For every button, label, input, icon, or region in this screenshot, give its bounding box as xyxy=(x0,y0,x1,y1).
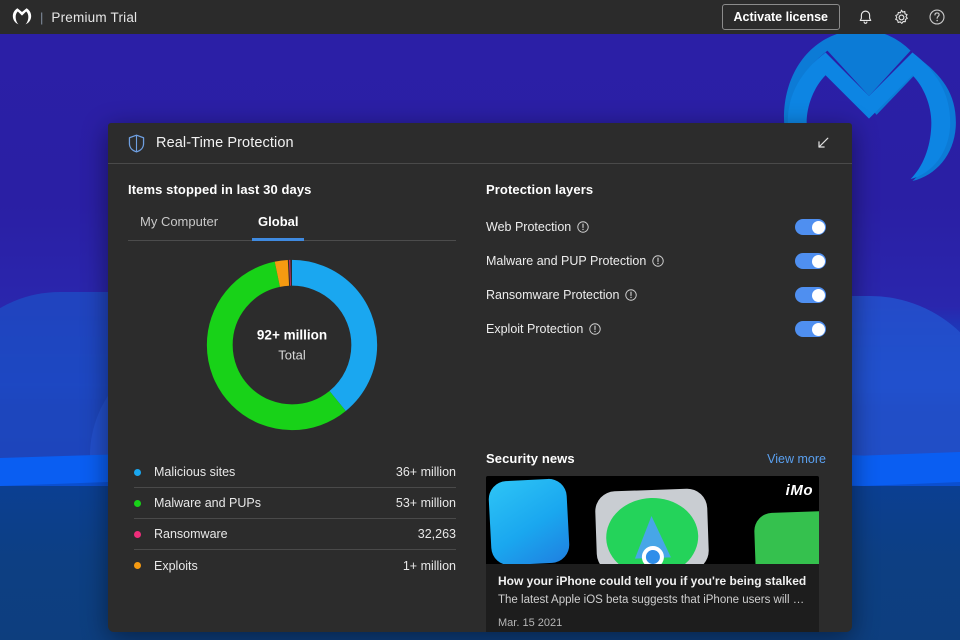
legend-value: 1+ million xyxy=(402,558,456,573)
brand-divider: | xyxy=(40,9,44,25)
list-item: Malware and PUP Protection xyxy=(486,249,826,273)
toggle-web-protection[interactable] xyxy=(795,219,826,235)
legend-value: 36+ million xyxy=(395,465,456,479)
legend-label: Exploits xyxy=(154,558,198,573)
legend-dot-exploits xyxy=(134,562,141,569)
table-row: Malware and PUPs 53+ million xyxy=(134,488,456,519)
settings-button[interactable] xyxy=(890,6,912,28)
malwarebytes-logo-icon xyxy=(12,8,32,25)
news-card[interactable]: iMo Find My How your iPhone could tell y… xyxy=(486,476,819,632)
gear-icon xyxy=(894,9,908,24)
panel-header: Real-Time Protection xyxy=(108,123,852,164)
legend-dot-malicious-sites xyxy=(134,468,141,476)
info-icon[interactable] xyxy=(652,255,664,267)
threat-donut-chart: 92+ million Total xyxy=(128,255,456,435)
toggle-malware-pup-protection[interactable] xyxy=(795,253,826,269)
security-news-heading: Security news xyxy=(486,451,575,466)
news-date: Mar. 15 2021 xyxy=(498,617,563,629)
product-name: Premium Trial xyxy=(51,9,138,25)
table-row: Malicious sites 36+ million xyxy=(134,457,456,488)
news-description: The latest Apple iOS beta suggests that … xyxy=(498,594,807,606)
news-thumbnail: iMo xyxy=(486,476,819,564)
notifications-button[interactable] xyxy=(854,6,876,28)
legend-label: Malicious sites xyxy=(154,465,236,479)
toggle-exploit-protection[interactable] xyxy=(795,321,826,337)
findmy-dot-icon xyxy=(641,545,665,564)
activate-license-button[interactable]: Activate license xyxy=(721,4,840,30)
stats-column: Items stopped in last 30 days My Compute… xyxy=(108,182,480,632)
panel-title: Real-Time Protection xyxy=(156,135,294,151)
table-row: Ransomware 32,263 xyxy=(134,519,456,550)
bell-icon xyxy=(859,10,871,24)
list-item: Web Protection xyxy=(486,215,826,239)
info-icon[interactable] xyxy=(589,323,601,335)
security-news-header: Security news View more xyxy=(486,451,826,466)
stats-tabs: My Computer Global xyxy=(128,214,456,241)
legend-dot-ransomware xyxy=(134,530,141,538)
donut-svg xyxy=(206,259,378,431)
green-app-icon xyxy=(753,510,819,564)
keynote-app-icon xyxy=(487,478,571,564)
news-image-wordmark: iMo xyxy=(785,482,813,499)
collapse-panel-button[interactable] xyxy=(812,132,834,154)
tab-my-computer[interactable]: My Computer xyxy=(134,214,224,241)
legend-dot-malware-pups xyxy=(134,499,141,507)
view-more-link[interactable]: View more xyxy=(767,452,826,466)
list-item: Ransomware Protection xyxy=(486,283,826,307)
protection-column: Protection layers Web Protection Malware xyxy=(480,182,852,632)
arrow-down-left-icon xyxy=(818,137,829,148)
panel-body: Items stopped in last 30 days My Compute… xyxy=(108,164,852,632)
real-time-protection-panel: Real-Time Protection Items stopped in la… xyxy=(108,123,852,632)
legend-label: Malware and PUPs xyxy=(154,496,261,510)
stats-heading: Items stopped in last 30 days xyxy=(128,182,312,197)
layer-label: Malware and PUP Protection xyxy=(486,254,647,268)
layer-label: Exploit Protection xyxy=(486,322,584,336)
help-button[interactable] xyxy=(926,6,948,28)
legend-label: Ransomware xyxy=(154,527,228,541)
legend-value: 53+ million xyxy=(395,496,456,510)
toggle-ransomware-protection[interactable] xyxy=(795,287,826,303)
news-title: How your iPhone could tell you if you're… xyxy=(498,574,807,588)
protection-layers-heading: Protection layers xyxy=(486,182,594,197)
info-icon[interactable] xyxy=(577,221,589,233)
findmy-app-icon xyxy=(594,488,710,564)
tab-global[interactable]: Global xyxy=(252,214,305,241)
protection-layers-list: Web Protection Malware and PUP Protectio… xyxy=(486,215,826,341)
info-icon[interactable] xyxy=(625,289,638,301)
top-bar: | Premium Trial Activate license xyxy=(0,0,960,34)
top-bar-actions: Activate license xyxy=(721,4,949,30)
shield-icon xyxy=(128,134,145,152)
legend-value: 32,263 xyxy=(417,527,456,541)
layer-label: Ransomware Protection xyxy=(486,288,620,302)
help-icon xyxy=(929,9,945,25)
table-row: Exploits 1+ million xyxy=(134,550,456,581)
layer-label: Web Protection xyxy=(486,220,572,234)
threat-legend-table: Malicious sites 36+ million Malware and … xyxy=(128,457,456,581)
brand: | Premium Trial xyxy=(12,7,137,27)
list-item: Exploit Protection xyxy=(486,317,826,341)
news-text: How your iPhone could tell you if you're… xyxy=(486,564,819,606)
